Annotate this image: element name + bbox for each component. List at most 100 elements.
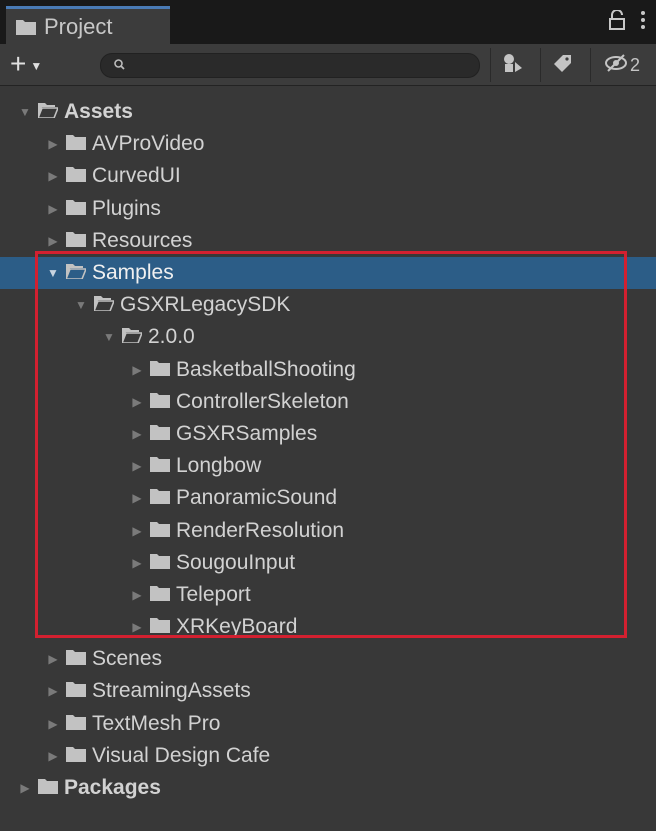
search-field[interactable]	[100, 53, 480, 78]
tree-row[interactable]: ▶ Packages	[0, 772, 656, 804]
tree-row[interactable]: ▶ Teleport	[0, 579, 656, 611]
tab-bar: Project	[0, 0, 656, 44]
expand-right-arrow-icon[interactable]: ▶	[46, 169, 60, 183]
tree-row-label: ControllerSkeleton	[176, 389, 349, 413]
folder-icon	[66, 229, 86, 253]
tree-row-label: GSXRLegacySDK	[120, 293, 291, 317]
folder-icon	[150, 358, 170, 382]
search-icon	[113, 58, 127, 77]
expand-right-arrow-icon[interactable]: ▶	[130, 491, 144, 505]
folder-icon	[66, 744, 86, 768]
expand-down-arrow-icon[interactable]: ▼	[74, 298, 88, 312]
expand-right-arrow-icon[interactable]: ▶	[46, 137, 60, 151]
expand-right-arrow-icon[interactable]: ▶	[130, 459, 144, 473]
folder-icon	[38, 776, 58, 800]
folder-open-icon	[120, 325, 144, 349]
lock-icon[interactable]	[608, 9, 626, 36]
folder-open-icon	[92, 293, 116, 317]
tree-row-label: Assets	[64, 100, 133, 124]
folder-icon	[16, 19, 36, 35]
add-button[interactable]: + ▼	[10, 48, 76, 80]
tree-row[interactable]: ▶ PanoramicSound	[0, 482, 656, 514]
tree-row-label: GSXRSamples	[176, 421, 318, 445]
folder-open-icon	[64, 261, 88, 285]
tree-row-label: SougouInput	[176, 550, 296, 574]
expand-down-arrow-icon[interactable]: ▼	[18, 105, 32, 119]
tree-row-label: Packages	[64, 776, 161, 800]
toggle-hidden-packages-button[interactable]: 2	[590, 48, 653, 82]
folder-icon	[150, 583, 170, 607]
tree-row-label: Visual Design Cafe	[92, 743, 271, 767]
tree-row[interactable]: ▶ Resources	[0, 225, 656, 257]
folder-icon	[66, 712, 86, 736]
tree-row[interactable]: ▶ XRKeyBoard	[0, 611, 656, 643]
tab-title: Project	[44, 13, 113, 39]
tree-row[interactable]: ▶ StreamingAssets	[0, 675, 656, 707]
tree-row-label: Scenes	[92, 647, 163, 671]
expand-right-arrow-icon[interactable]: ▶	[18, 781, 32, 795]
tree-row[interactable]: ▶ Scenes	[0, 643, 656, 675]
tree-row-label: RenderResolution	[176, 518, 345, 542]
expand-right-arrow-icon[interactable]: ▶	[130, 524, 144, 538]
folder-icon	[66, 679, 86, 703]
tree-row[interactable]: ▶ TextMesh Pro	[0, 708, 656, 740]
tree-row-label: TextMesh Pro	[92, 711, 221, 735]
folder-icon	[66, 197, 86, 221]
folder-icon	[150, 519, 170, 543]
expand-right-arrow-icon[interactable]: ▶	[130, 588, 144, 602]
expand-right-arrow-icon[interactable]: ▶	[130, 427, 144, 441]
tree-row[interactable]: ▶ Longbow	[0, 450, 656, 482]
tree-row-label: Resources	[92, 228, 193, 252]
expand-right-arrow-icon[interactable]: ▶	[46, 684, 60, 698]
tree-row-label: Samples	[92, 261, 174, 285]
tree-row-label: Plugins	[92, 196, 161, 220]
folder-icon	[150, 615, 170, 639]
expand-right-arrow-icon[interactable]: ▶	[46, 749, 60, 763]
expand-down-arrow-icon[interactable]: ▼	[46, 266, 60, 280]
expand-right-arrow-icon[interactable]: ▶	[46, 717, 60, 731]
tree-row-label: BasketballShooting	[176, 357, 356, 381]
tree-row[interactable]: ▶ ControllerSkeleton	[0, 386, 656, 418]
tree-row[interactable]: ▼ 2.0.0	[0, 321, 656, 353]
folder-icon	[150, 486, 170, 510]
expand-right-arrow-icon[interactable]: ▶	[130, 556, 144, 570]
tree-row-label: PanoramicSound	[176, 486, 338, 510]
kebab-menu-icon[interactable]	[640, 10, 646, 36]
folder-open-icon	[36, 100, 60, 124]
tree-row[interactable]: ▼ Samples	[0, 256, 656, 290]
tree-row[interactable]: ▼ GSXRLegacySDK	[0, 289, 656, 321]
eye-slash-icon	[604, 53, 630, 77]
tree-row-label: XRKeyBoard	[176, 615, 298, 639]
search-by-type-button[interactable]	[490, 48, 535, 82]
tree-row-label: Teleport	[176, 582, 251, 606]
hidden-count: 2	[629, 54, 640, 75]
tab-project[interactable]: Project	[6, 6, 170, 44]
tree-row-label: Longbow	[176, 454, 262, 478]
expand-right-arrow-icon[interactable]: ▶	[130, 620, 144, 634]
expand-right-arrow-icon[interactable]: ▶	[46, 652, 60, 666]
folder-icon	[66, 164, 86, 188]
expand-right-arrow-icon[interactable]: ▶	[130, 395, 144, 409]
tree-row[interactable]: ▶ RenderResolution	[0, 514, 656, 546]
tree-row[interactable]: ▶ Plugins	[0, 193, 656, 225]
folder-icon	[66, 647, 86, 671]
folder-icon	[150, 390, 170, 414]
tree-row[interactable]: ▼ Assets	[0, 96, 656, 128]
tree-row[interactable]: ▶ Visual Design Cafe	[0, 740, 656, 772]
chevron-down-icon: ▼	[30, 59, 43, 73]
tree-row[interactable]: ▶ GSXRSamples	[0, 418, 656, 450]
tree-row[interactable]: ▶ SougouInput	[0, 547, 656, 579]
tree-row[interactable]: ▶ BasketballShooting	[0, 354, 656, 386]
expand-down-arrow-icon[interactable]: ▼	[102, 330, 116, 344]
search-by-label-button[interactable]	[540, 48, 585, 82]
search-input[interactable]	[131, 56, 475, 77]
plus-icon: +	[10, 48, 27, 79]
tree-row[interactable]: ▶ AVProVideo	[0, 128, 656, 160]
expand-right-arrow-icon[interactable]: ▶	[46, 234, 60, 248]
shapes-filter-icon	[503, 53, 523, 78]
folder-icon	[150, 454, 170, 478]
tree-row[interactable]: ▶ CurvedUI	[0, 160, 656, 192]
folder-icon	[66, 132, 86, 156]
expand-right-arrow-icon[interactable]: ▶	[130, 363, 144, 377]
expand-right-arrow-icon[interactable]: ▶	[46, 202, 60, 216]
